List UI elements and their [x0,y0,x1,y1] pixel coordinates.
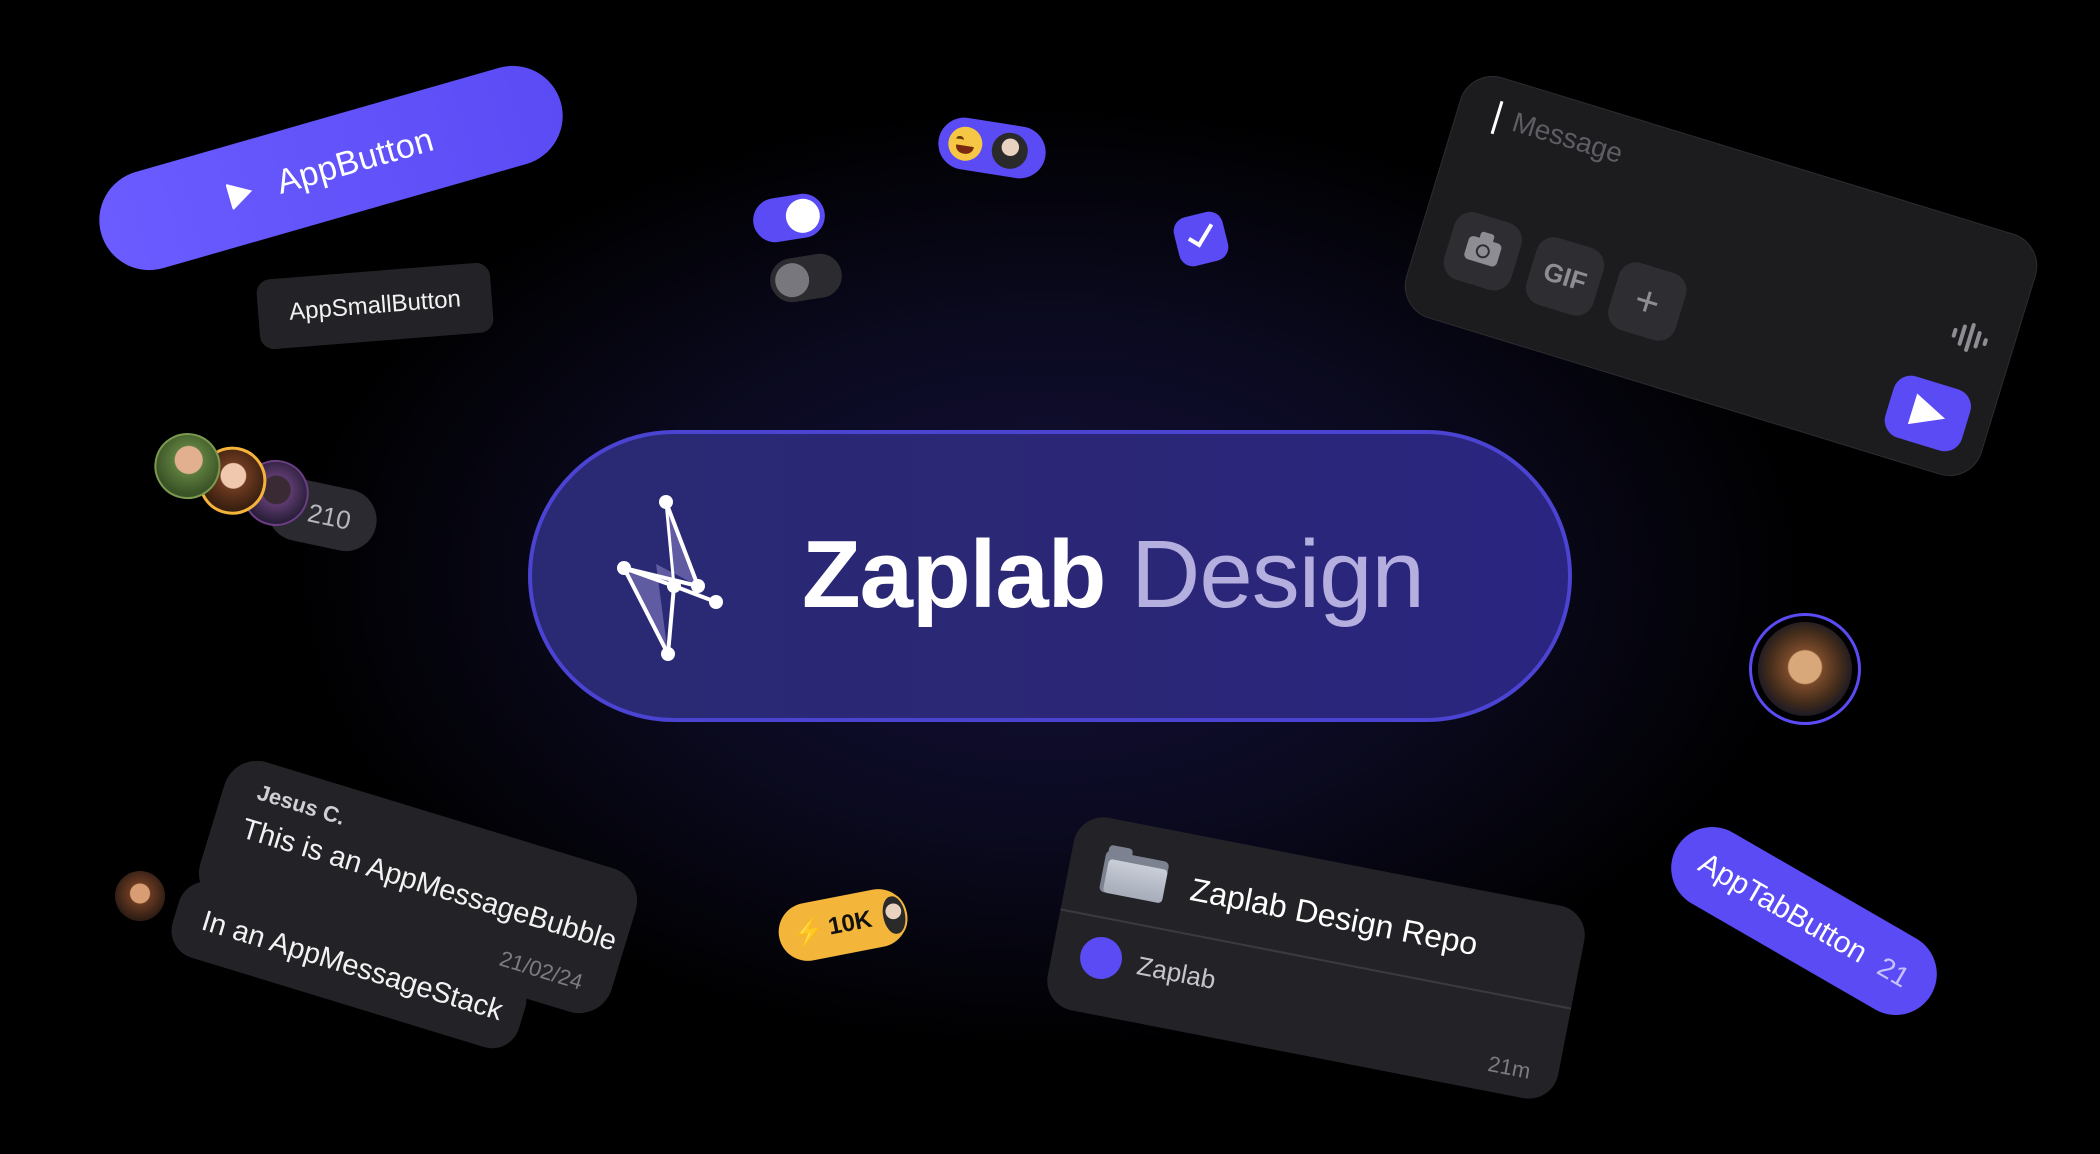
message-input[interactable]: Message [1508,106,1627,170]
zaplab-logo-icon [1076,933,1126,983]
avatar[interactable] [1749,613,1861,725]
badge-count: 10K [825,905,875,941]
avatar-image [1758,622,1852,716]
hero-banner: Zaplab Design [528,430,1572,722]
app-small-button[interactable]: AppSmallButton [255,261,495,351]
app-button[interactable]: AppButton [87,54,575,282]
add-button[interactable]: + [1603,257,1692,346]
hero-title: Zaplab Design [802,520,1425,630]
reaction-pill[interactable] [934,113,1050,183]
tab-button-count: 21 [1872,950,1915,994]
app-small-button-label: AppSmallButton [288,285,462,326]
avatar [986,127,1033,174]
checkbox[interactable] [1170,208,1232,270]
tab-button-label: AppTabButton [1692,846,1873,970]
send-button[interactable] [1880,371,1976,456]
folder-icon [1098,844,1171,904]
toggle-knob [783,196,823,236]
gif-button[interactable]: GIF [1521,232,1609,321]
toggle-knob [772,260,812,300]
hero-title-bold: Zaplab [802,521,1106,628]
toggle-on[interactable] [750,190,828,246]
app-tab-button[interactable]: AppTabButton 21 [1656,811,1952,1031]
gif-label: GIF [1540,255,1591,297]
camera-icon [1463,234,1503,268]
plus-icon: + [1628,275,1667,328]
zaplab-logo-icon [617,495,723,661]
toggle-off[interactable] [767,250,845,306]
repo-time: 21m [1485,1051,1533,1084]
play-icon [225,177,257,211]
avatar [115,871,165,921]
laughing-emoji-icon [945,124,985,164]
bolt-icon: ⚡ [790,913,828,950]
message-composer[interactable]: Message GIF + [1396,67,2046,485]
hero-title-light: Design [1131,521,1425,628]
avatar [877,891,911,939]
repo-card[interactable]: Zaplab Design Repo Zaplab 21m [1042,812,1590,1104]
waveform-icon[interactable] [1948,318,1991,357]
camera-button[interactable] [1439,207,1527,295]
text-caret [1490,100,1504,135]
count-badge[interactable]: ⚡ 10K [773,884,913,966]
repo-title: Zaplab Design Repo [1187,871,1481,963]
app-button-label: AppButton [272,120,438,202]
repo-owner: Zaplab [1134,950,1219,995]
avatar-stack: 210 [139,426,391,583]
